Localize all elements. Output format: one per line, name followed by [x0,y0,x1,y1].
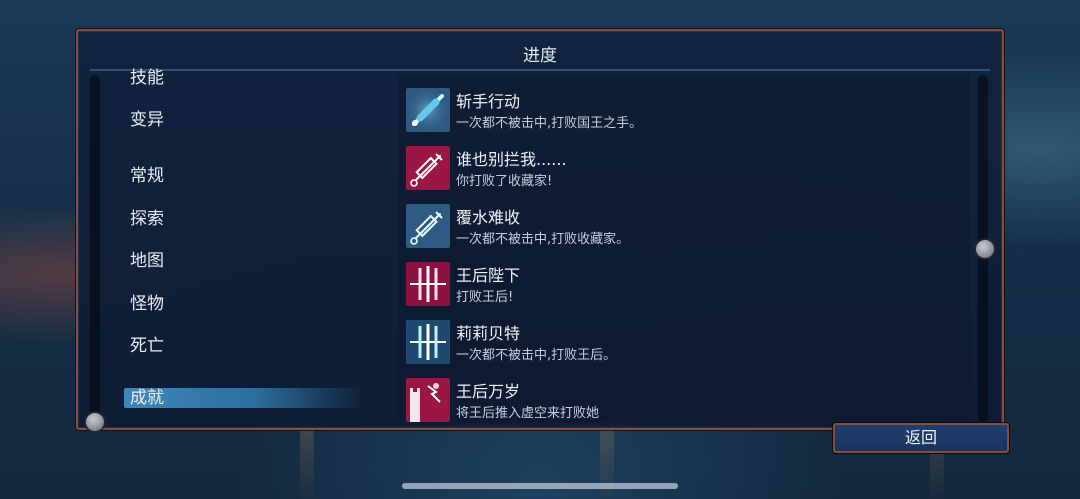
achievement-description: 一次都不被击中,打败国王之手。 [456,116,643,131]
achievement-item[interactable]: 斩手行动 一次都不被击中,打败国王之手。 [406,88,966,134]
achievement-title: 莉莉贝特 [456,324,521,343]
achievement-description: 打败王后! [456,290,514,305]
pink-slash-icon [406,262,450,306]
category-exploration[interactable]: 探索 [130,204,164,229]
achievement-description: 一次都不被击中,打败收藏家。 [456,232,630,247]
background-pillar [300,420,314,499]
category-general[interactable]: 常规 [130,161,164,186]
home-indicator[interactable] [402,483,678,489]
achievement-title: 谁也别拦我...... [456,150,567,169]
achievement-title: 覆水难收 [456,208,521,227]
achievement-title: 王后陛下 [456,266,521,285]
category-deaths[interactable]: 死亡 [130,331,164,356]
achievement-description: 你打败了收藏家! [456,174,553,189]
pink-syringe-icon [406,146,450,190]
category-map[interactable]: 地图 [130,246,164,271]
achievement-description: 将王后推入虚空来打败她 [456,406,600,421]
achievement-item[interactable]: 莉莉贝特 一次都不被击中,打败王后。 [406,320,966,366]
back-button[interactable]: 返回 [833,423,1009,453]
category-mutations[interactable]: 变异 [130,105,164,130]
category-achievements[interactable]: 成就 [124,388,364,408]
achievement-scroll-knob[interactable] [976,240,994,258]
progress-panel: 进度 技能 变异 常规 探索 地图 怪物 死亡 成就 斩手行动 一次都不被击中,… [76,29,1004,430]
achievement-item[interactable]: 王后陛下 打败王后! [406,262,966,308]
achievement-description: 一次都不被击中,打败王后。 [456,348,617,363]
blue-syringe-icon [406,204,450,248]
category-scroll-knob[interactable] [86,413,104,431]
achievement-title: 斩手行动 [456,92,521,111]
blue-slash-icon [406,320,450,364]
achievement-item[interactable]: 谁也别拦我...... 你打败了收藏家! [406,146,966,192]
category-monsters[interactable]: 怪物 [130,289,164,314]
blue-syringe-icon [406,88,450,132]
category-skills[interactable]: 技能 [130,63,164,88]
achievement-title: 王后万岁 [456,382,521,401]
achievement-item[interactable]: 王后万岁 将王后推入虚空来打败她 [406,378,966,424]
achievement-item[interactable]: 覆水难收 一次都不被击中,打败收藏家。 [406,204,966,250]
achievement-list: 斩手行动 一次都不被击中,打败国王之手。 谁也别拦我...... 你打败了收藏家… [406,31,966,428]
category-list: 技能 变异 常规 探索 地图 怪物 死亡 成就 [78,31,378,428]
pink-tower-icon [406,378,450,422]
